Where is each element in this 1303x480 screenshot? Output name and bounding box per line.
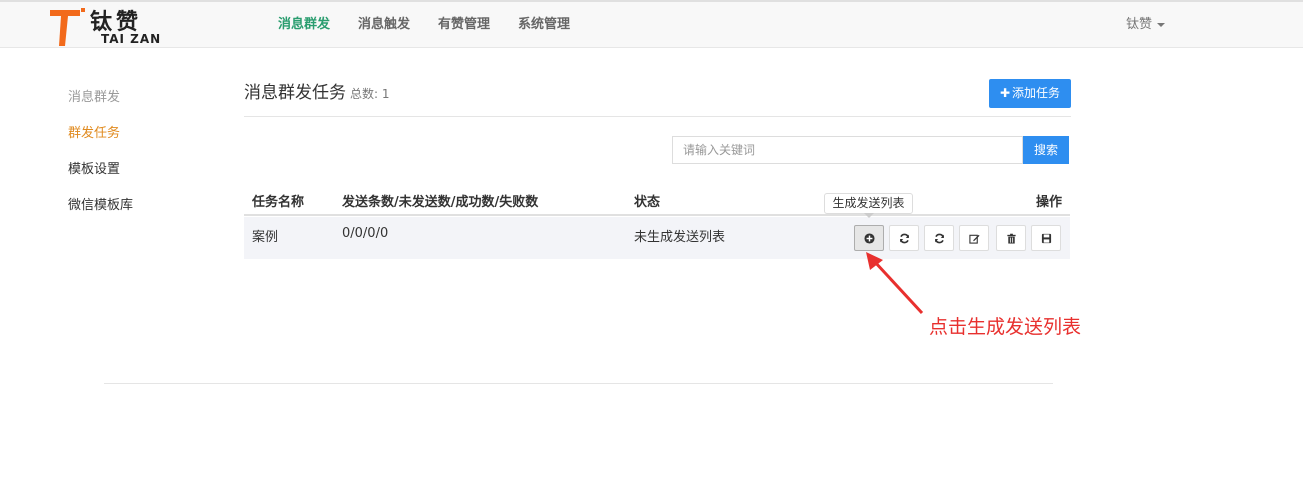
plus-icon: ✚: [999, 86, 1011, 100]
refresh-icon: [899, 233, 909, 243]
search-input[interactable]: [672, 136, 1023, 164]
cell-task-name: 案例: [252, 230, 279, 245]
main-nav: 消息群发 消息触发 有赞管理 系统管理: [264, 2, 584, 48]
plus-circle-icon: [863, 232, 875, 244]
tooltip-arrow: [864, 213, 874, 218]
sidebar-header: 消息群发: [68, 90, 121, 105]
refresh-button[interactable]: [889, 225, 919, 251]
caret-down-icon: [1157, 22, 1166, 27]
total-count: 总数: 1: [350, 87, 390, 101]
page-title-text: 消息群发任务: [244, 83, 346, 103]
refresh-icon: [934, 233, 944, 243]
delete-button[interactable]: [996, 225, 1026, 251]
nav-item-message-trigger[interactable]: 消息触发: [344, 2, 424, 48]
footer-divider: [104, 383, 1053, 384]
sidebar-item-wechat-template-library[interactable]: 微信模板库: [68, 192, 218, 228]
save-button[interactable]: [1031, 225, 1061, 251]
cell-status: 未生成发送列表: [634, 230, 726, 245]
edit-button[interactable]: [959, 225, 989, 251]
nav-item-youzan-manage[interactable]: 有赞管理: [424, 2, 504, 48]
table-row: 案例 0/0/0/0 未生成发送列表: [244, 217, 1070, 259]
page-title: 消息群发任务 总数: 1: [244, 78, 390, 103]
col-actions: 操作: [1036, 195, 1063, 210]
sidebar: 消息群发 群发任务 模板设置 微信模板库: [68, 84, 218, 228]
generate-send-list-button[interactable]: [854, 225, 884, 251]
resend-button[interactable]: [924, 225, 954, 251]
add-task-button[interactable]: ✚ 添加任务: [989, 79, 1071, 108]
cell-send-counts: 0/0/0/0: [342, 226, 389, 241]
edit-icon: [968, 234, 980, 244]
nav-item-mass-message[interactable]: 消息群发: [264, 2, 344, 48]
top-navbar: 钛赞 TAI ZAN 消息群发 消息触发 有赞管理 系统管理 钛赞: [0, 0, 1303, 48]
sidebar-item-template-settings[interactable]: 模板设置: [68, 156, 218, 192]
search-button[interactable]: 搜索: [1023, 136, 1069, 164]
annotation-text: 点击生成发送列表: [929, 316, 1082, 338]
divider: [244, 116, 1071, 117]
table-header: 任务名称 发送条数/未发送数/成功数/失败数 状态 操作: [244, 186, 1070, 216]
col-status: 状态: [634, 195, 661, 210]
user-name: 钛赞: [1126, 17, 1153, 32]
brand-name-en: TAI ZAN: [101, 32, 162, 46]
trash-icon: [1006, 233, 1016, 244]
col-task-name: 任务名称: [252, 195, 305, 210]
brand-logo[interactable]: 钛赞 TAI ZAN: [50, 4, 170, 48]
save-icon: [1041, 233, 1051, 243]
action-tooltip: 生成发送列表: [824, 193, 913, 214]
col-send-counts: 发送条数/未发送数/成功数/失败数: [342, 195, 539, 210]
add-task-label: 添加任务: [1012, 86, 1061, 100]
nav-item-system-manage[interactable]: 系统管理: [504, 2, 584, 48]
sidebar-item-mass-task[interactable]: 群发任务: [68, 120, 218, 156]
logo-t-icon: [50, 8, 85, 46]
user-menu[interactable]: 钛赞: [1126, 2, 1166, 48]
